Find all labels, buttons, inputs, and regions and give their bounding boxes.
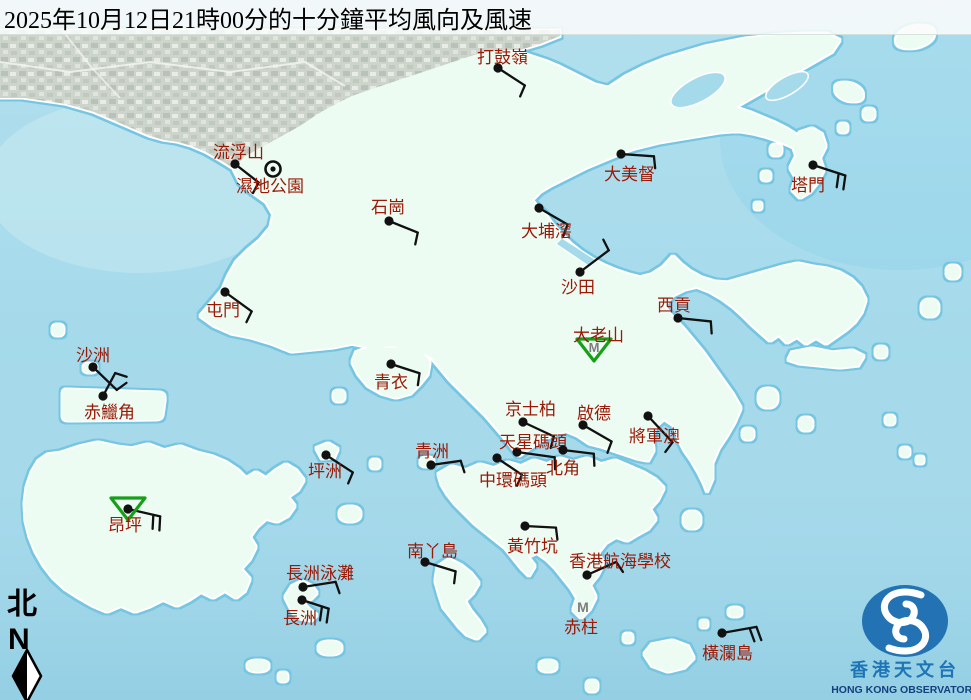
station-label: 昂坪	[108, 516, 142, 536]
station-label: 天星碼頭	[499, 433, 567, 453]
station-dot	[386, 359, 395, 368]
station-dot	[558, 445, 567, 454]
station-dot	[616, 149, 625, 158]
station-label: 橫瀾島	[702, 644, 753, 664]
wind-barb-tick	[454, 571, 455, 583]
wind-barb-tick	[159, 516, 160, 530]
station-label: 北角	[546, 459, 580, 479]
station-label: 青洲	[415, 442, 449, 462]
station-label: 京士柏	[505, 400, 556, 420]
station-label: 坪洲	[308, 462, 342, 482]
wind-barb-tick	[153, 515, 154, 529]
station-label: 屯門	[206, 301, 240, 321]
station-dot	[321, 450, 330, 459]
station-dot	[492, 453, 501, 462]
station-label: 沙田	[561, 278, 595, 298]
wind-barb-tick	[711, 321, 712, 333]
station-dot	[123, 504, 132, 513]
station-dot	[808, 160, 817, 169]
station-dot	[270, 166, 275, 171]
station-label: 沙洲	[76, 346, 110, 366]
hko-name-en: HONG KONG OBSERVATORY	[831, 684, 971, 696]
station-label: 大老山	[573, 326, 624, 346]
maintenance-m-icon: M	[577, 599, 589, 615]
station-dot	[643, 411, 652, 420]
station-label: 石崗	[371, 198, 405, 218]
station-dot	[520, 521, 529, 530]
station-label: 大美督	[604, 165, 655, 185]
north-label-cn: 北	[7, 587, 37, 622]
station-label: 大埔滘	[521, 222, 572, 242]
station-label: 長洲泳灘	[286, 564, 354, 584]
station-dot	[717, 628, 726, 637]
wind-barb-tick	[594, 454, 595, 466]
station-label: 青衣	[374, 373, 408, 393]
station-label: 中環碼頭	[479, 471, 547, 491]
station-label: 南丫島	[407, 542, 458, 562]
map-svg: 打鼓嶺流浮山濕地公園石崗大埔滘 大美督塔門沙田西貢 M 大老山 屯門沙洲赤鱲角 青衣青洲 京…	[0, 0, 971, 700]
station-label: 黃竹坑	[507, 537, 558, 557]
station-label: 濕地公園	[236, 177, 304, 197]
station-label: 打鼓嶺	[477, 48, 528, 68]
station-dot	[575, 267, 584, 276]
title-bar: 2025年10月12日21時00分的十分鐘平均風向及風速	[0, 0, 971, 35]
station-dot	[297, 595, 306, 604]
station-label: 流浮山	[213, 143, 264, 163]
station-label: 啟德	[577, 404, 611, 424]
station-label: 塔門	[791, 176, 825, 196]
station-dot	[220, 287, 229, 296]
station-label: 香港航海學校	[569, 552, 671, 572]
page-title: 2025年10月12日21時00分的十分鐘平均風向及風速	[0, 0, 532, 35]
station-label: 赤柱	[564, 618, 598, 638]
station-dot	[98, 391, 107, 400]
station-dot	[534, 203, 543, 212]
station-label: 赤鱲角	[84, 403, 135, 423]
hko-name-cn: 香港天文台	[849, 659, 960, 681]
station-label: 將軍澳	[629, 427, 680, 447]
station-label: 西貢	[657, 296, 691, 316]
station-label: 長洲	[283, 609, 317, 629]
wind-map-page: 打鼓嶺流浮山濕地公園石崗大埔滘 大美督塔門沙田西貢 M 大老山 屯門沙洲赤鱲角 青衣青洲 京…	[0, 0, 971, 700]
wind-barb-shaft	[525, 526, 556, 528]
